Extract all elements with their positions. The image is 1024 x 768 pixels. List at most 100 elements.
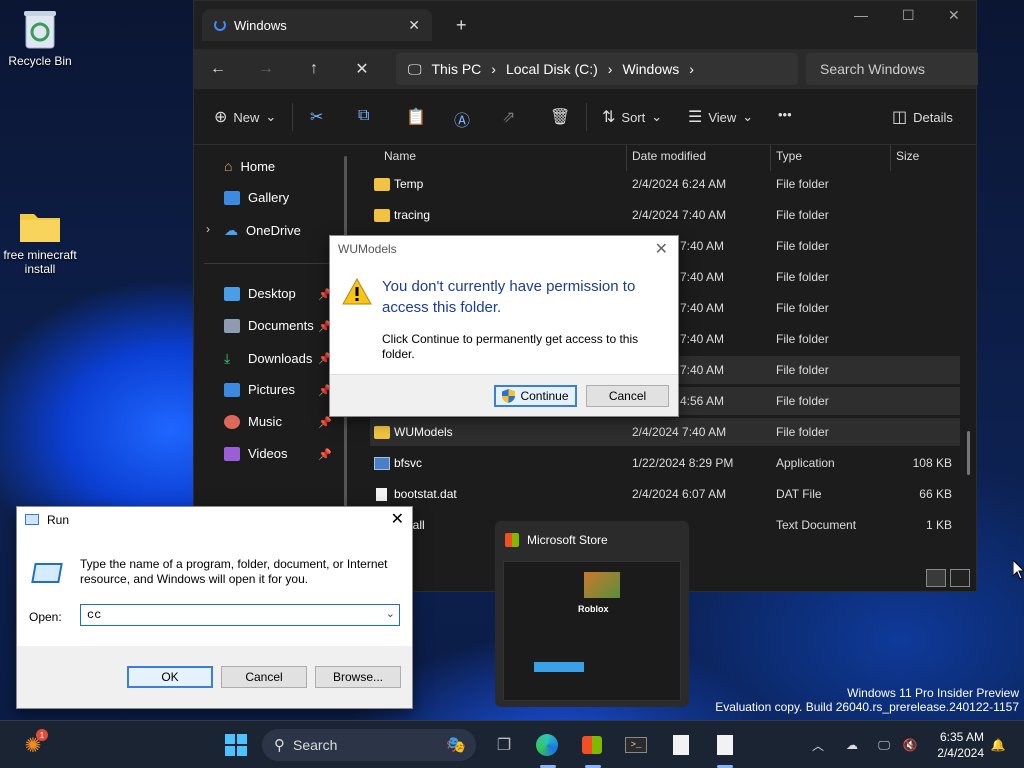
display-button[interactable]: 🖵	[874, 731, 894, 759]
start-button[interactable]	[222, 731, 250, 759]
sidebar-item-downloads[interactable]: ⤓ Downloads	[224, 350, 312, 367]
terminal-button[interactable]: >_	[622, 731, 650, 759]
pin-icon[interactable]: 📌	[318, 416, 332, 429]
pin-icon[interactable]: 📌	[318, 448, 332, 461]
breadcrumb-windows[interactable]: Windows	[622, 61, 679, 77]
file-list-scrollbar[interactable]	[967, 431, 970, 475]
sidebar-item-onedrive[interactable]: ☁ OneDrive	[224, 222, 301, 239]
widgets-button[interactable]: ✺ 1	[18, 729, 48, 759]
notifications-button[interactable]: 🔔	[988, 731, 1008, 759]
column-divider[interactable]	[890, 145, 891, 171]
copy-icon: ⧉	[358, 107, 370, 124]
dialog-main-instruction: You don't currently have permission to a…	[382, 278, 636, 316]
show-hidden-icons-button[interactable]: ︿	[808, 731, 828, 759]
breadcrumb-this-pc[interactable]: This PC	[432, 61, 482, 77]
store-button[interactable]	[578, 731, 606, 759]
back-arrow-icon[interactable]: ←	[194, 60, 242, 78]
chevron-down-icon[interactable]: ⌄	[386, 607, 395, 620]
file-type: File folder	[776, 394, 829, 408]
forward-arrow-icon[interactable]: →	[242, 60, 290, 78]
edge-button[interactable]	[533, 731, 561, 759]
store-thumbnail-preview[interactable]: Microsoft Store Roblox	[495, 521, 689, 707]
chevron-up-icon: ︿	[811, 738, 824, 753]
cut-button[interactable]: ✂	[310, 107, 323, 127]
view-button[interactable]: ☰ View ⌄	[688, 107, 753, 127]
close-icon[interactable]: ✕	[391, 509, 404, 529]
file-row[interactable]: tracing 2/4/2024 7:40 AM File folder	[370, 201, 960, 229]
column-divider[interactable]	[770, 145, 771, 171]
maximize-button[interactable]: ☐	[902, 7, 915, 24]
close-icon[interactable]: ✕	[655, 239, 668, 259]
chevron-right-icon: ›	[607, 61, 613, 77]
desktop-icon-minecraft-folder[interactable]: free minecraft install	[0, 208, 80, 276]
tab-windows[interactable]: Windows ✕	[202, 9, 432, 41]
sidebar-item-label: Pictures	[248, 382, 295, 397]
column-header-size[interactable]: Size	[896, 149, 919, 163]
column-divider[interactable]	[626, 145, 627, 171]
windows-logo-icon	[225, 734, 247, 756]
file-row-wumodels[interactable]: WUModels 2/4/2024 7:40 AM File folder	[370, 418, 960, 446]
file-size: 108 KB	[912, 456, 952, 470]
sort-button[interactable]: ⇅ Sort ⌄	[602, 107, 662, 127]
desktop-icon-recycle-bin[interactable]: Recycle Bin	[0, 8, 80, 68]
rename-button[interactable]: Ⓐ	[454, 107, 470, 131]
network-button[interactable]: ☁	[842, 731, 862, 759]
new-button[interactable]: ⊕ New ⌄	[214, 107, 276, 127]
sidebar-item-desktop[interactable]: Desktop	[224, 286, 296, 301]
file-row[interactable]: bootstat.dat 2/4/2024 6:07 AM DAT File 6…	[370, 480, 960, 508]
chevron-right-icon[interactable]: ›	[206, 222, 210, 236]
sidebar-item-pictures[interactable]: Pictures	[224, 382, 295, 397]
address-bar[interactable]: 🖵 This PC › Local Disk (C:) › Windows ›	[396, 53, 798, 85]
sidebar-item-documents[interactable]: Documents	[224, 318, 314, 333]
more-options-button[interactable]: •••	[778, 107, 792, 122]
ok-button[interactable]: OK	[127, 666, 213, 688]
task-view-button[interactable]: ❐	[490, 731, 518, 759]
stop-loading-icon[interactable]: ✕	[338, 59, 386, 79]
paste-button[interactable]: 📋	[406, 107, 426, 127]
column-header-date[interactable]: Date modified	[632, 149, 706, 163]
browse-button[interactable]: Browse...	[315, 666, 401, 688]
minimize-button[interactable]: —	[854, 7, 868, 23]
column-header-type[interactable]: Type	[776, 149, 802, 163]
file-type: File folder	[776, 208, 829, 222]
sidebar-item-videos[interactable]: Videos	[224, 446, 288, 461]
new-tab-button[interactable]: +	[456, 15, 467, 36]
toolbar-divider	[292, 103, 293, 131]
sidebar-item-gallery[interactable]: Gallery	[224, 190, 289, 205]
tiles-view-icon[interactable]	[950, 569, 970, 587]
delete-button[interactable]: 🗑	[550, 107, 570, 127]
open-input[interactable]: cc ⌄	[80, 604, 400, 626]
continue-button[interactable]: Continue	[494, 385, 577, 407]
column-header-name[interactable]: Name	[384, 149, 416, 163]
recycle-bin-icon	[24, 11, 56, 49]
chevron-down-icon: ⌄	[742, 109, 754, 124]
file-row[interactable]: bfsvc 1/22/2024 8:29 PM Application 108 …	[370, 449, 960, 477]
details-pane-button[interactable]: ◫ Details	[892, 107, 953, 127]
close-tab-icon[interactable]: ✕	[408, 17, 420, 34]
new-label: New	[233, 109, 260, 125]
cancel-button[interactable]: Cancel	[586, 385, 669, 407]
up-arrow-icon[interactable]: ↑	[290, 60, 338, 78]
taskbar-search-label: Search	[293, 737, 338, 753]
breadcrumb-local-disk[interactable]: Local Disk (C:)	[506, 61, 598, 77]
app-name: Roblox	[578, 604, 609, 614]
cancel-button[interactable]: Cancel	[221, 666, 307, 688]
taskbar-search[interactable]: ⚲ Search 🎭	[262, 729, 476, 761]
close-window-button[interactable]: ✕	[948, 7, 960, 24]
clock-time: 6:35 AM	[939, 730, 984, 744]
taskbar-clock[interactable]: 6:35 AM 2/4/2024	[937, 729, 984, 761]
copy-button[interactable]: ⧉	[358, 107, 369, 125]
share-button[interactable]: ⇗	[502, 107, 515, 127]
explorer-nav-bar: ← → ↑ ✕ 🖵 This PC › Local Disk (C:) › Wi…	[194, 49, 978, 89]
details-view-icon[interactable]	[926, 569, 946, 587]
command-bar: ⊕ New ⌄ ✂ ⧉ 📋 Ⓐ ⇗ 🗑 ⇅ Sort ⌄ ☰ View ⌄ ••…	[194, 89, 976, 145]
explorer-button[interactable]	[711, 731, 739, 759]
notepad-button[interactable]	[667, 731, 695, 759]
file-row[interactable]: Temp 2/4/2024 6:24 AM File folder	[370, 170, 960, 198]
search-input[interactable]: Search Windows	[806, 53, 978, 85]
sidebar-item-home[interactable]: ⌂ Home	[224, 158, 275, 174]
download-arrow-icon: ⤓	[224, 350, 231, 366]
sidebar-item-music[interactable]: Music	[224, 414, 282, 429]
volume-button[interactable]: 🔇	[900, 731, 920, 759]
file-date: 4:56 AM	[680, 394, 725, 408]
